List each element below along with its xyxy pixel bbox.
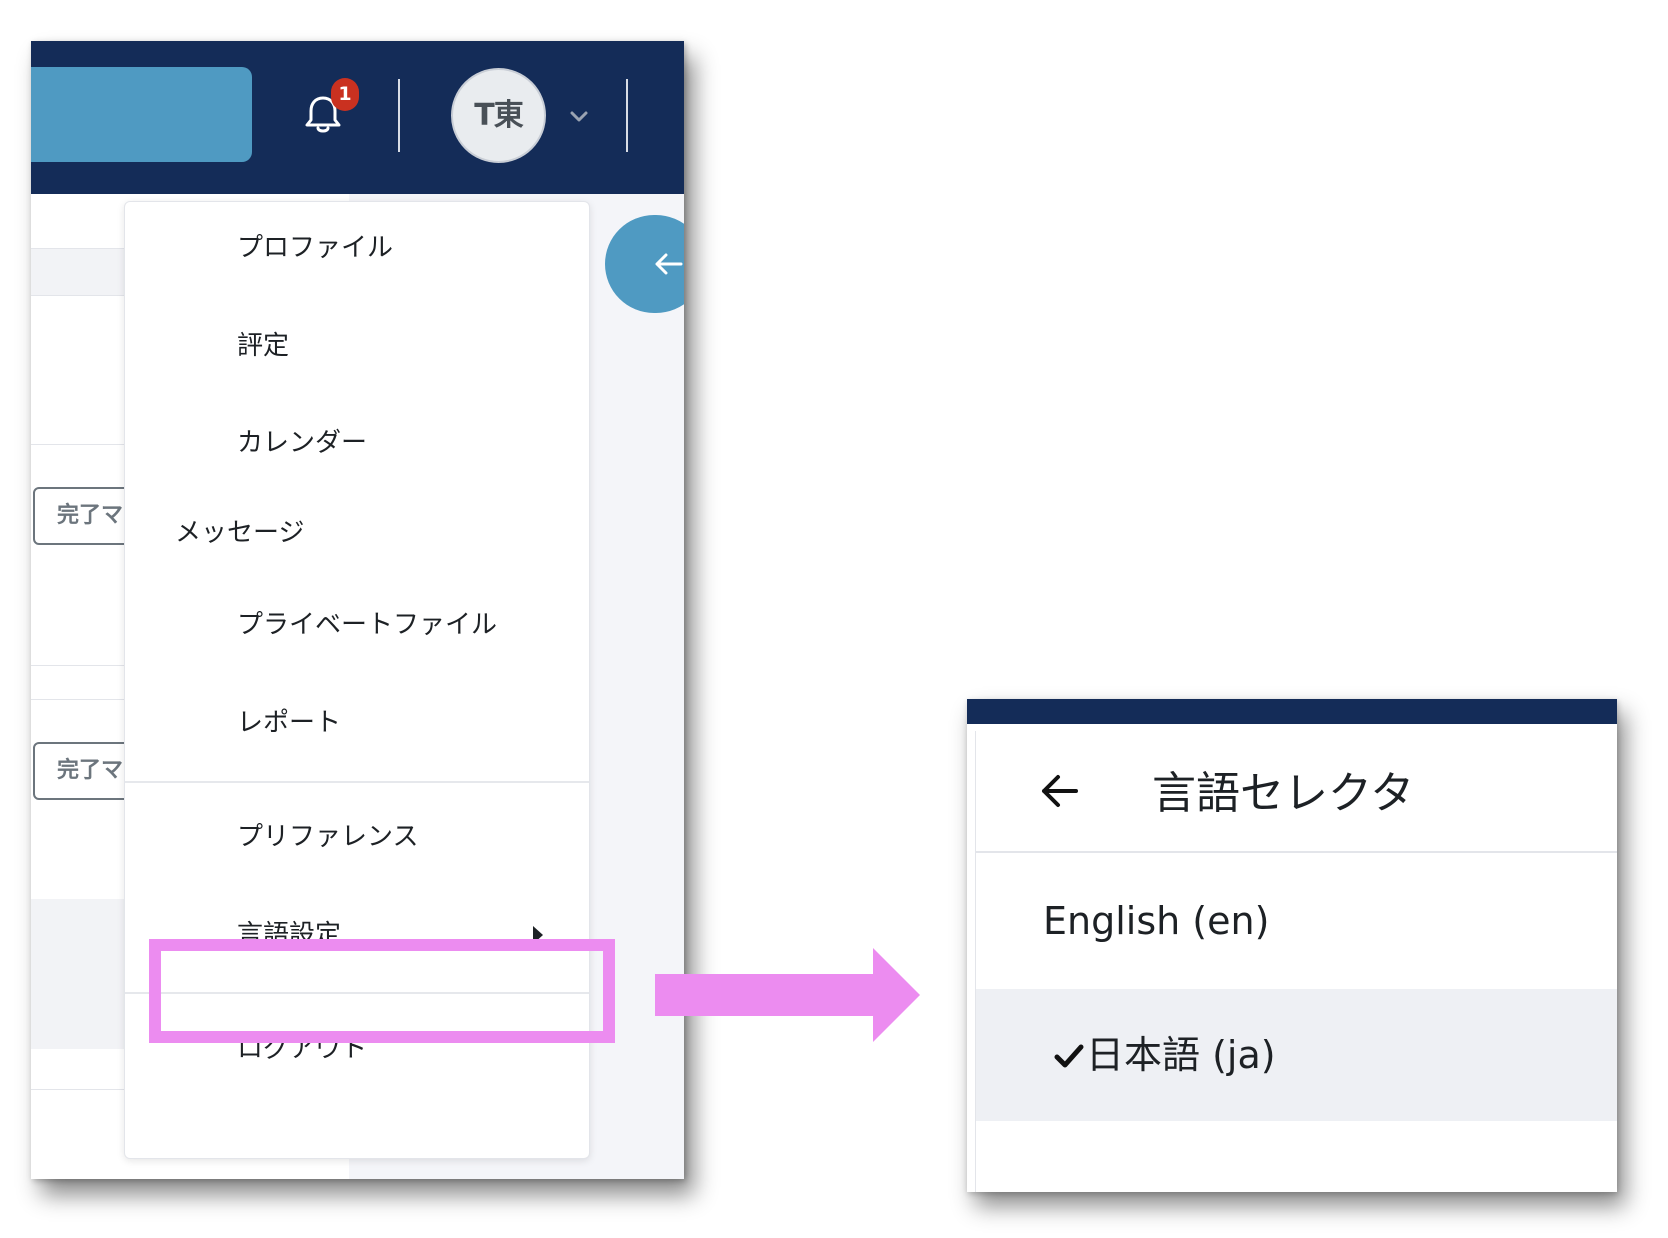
language-option-label: English (en) (1043, 899, 1270, 943)
menu-item-label: プリファレンス (237, 822, 419, 852)
menu-item-label: 評定 (237, 331, 290, 361)
menu-item-calendar[interactable]: カレンダー (125, 413, 589, 473)
arrow-left-icon[interactable] (1038, 769, 1082, 813)
language-option-japanese[interactable]: 日本語 (ja) (976, 989, 1617, 1121)
navbar (967, 699, 1617, 724)
menu-item-private-files[interactable]: プライベートファイル (125, 595, 589, 655)
menu-item-label: プライベートファイル (237, 610, 498, 640)
menu-item-label: プロファイル (237, 233, 394, 263)
menu-divider (125, 781, 589, 783)
navbar: 1 T東 (31, 41, 684, 194)
menu-item-reports[interactable]: レポート (125, 693, 589, 753)
arrow-left-icon (655, 253, 683, 275)
page-title: 言語セレクタ (1152, 768, 1415, 819)
nav-divider (626, 79, 628, 152)
menu-item-profile[interactable]: プロファイル (125, 218, 589, 278)
menu-item-messages[interactable]: メッセージ (125, 503, 589, 563)
nav-divider (398, 79, 400, 152)
checkmark-icon (1054, 1044, 1084, 1068)
menu-item-label: レポート (237, 708, 342, 738)
avatar[interactable]: T東 (451, 68, 546, 163)
notification-badge: 1 (331, 78, 359, 111)
annotation-highlight-box (149, 939, 615, 1043)
menu-item-label: メッセージ (175, 518, 305, 548)
nav-search-button[interactable] (31, 67, 252, 162)
annotation-arrow (655, 948, 920, 1042)
language-selector-screenshot: 言語セレクタ English (en) 日本語 (ja) (967, 699, 1617, 1192)
chevron-down-icon[interactable] (566, 103, 592, 129)
language-selector-panel: 言語セレクタ English (en) 日本語 (ja) (975, 731, 1617, 1192)
language-option-english[interactable]: English (en) (976, 855, 1617, 987)
menu-item-label: カレンダー (237, 428, 368, 458)
menu-item-grades[interactable]: 評定 (125, 316, 589, 376)
menu-item-preferences[interactable]: プリファレンス (125, 807, 589, 867)
language-selector-header: 言語セレクタ (976, 731, 1617, 853)
language-option-label: 日本語 (ja) (1086, 1033, 1276, 1077)
